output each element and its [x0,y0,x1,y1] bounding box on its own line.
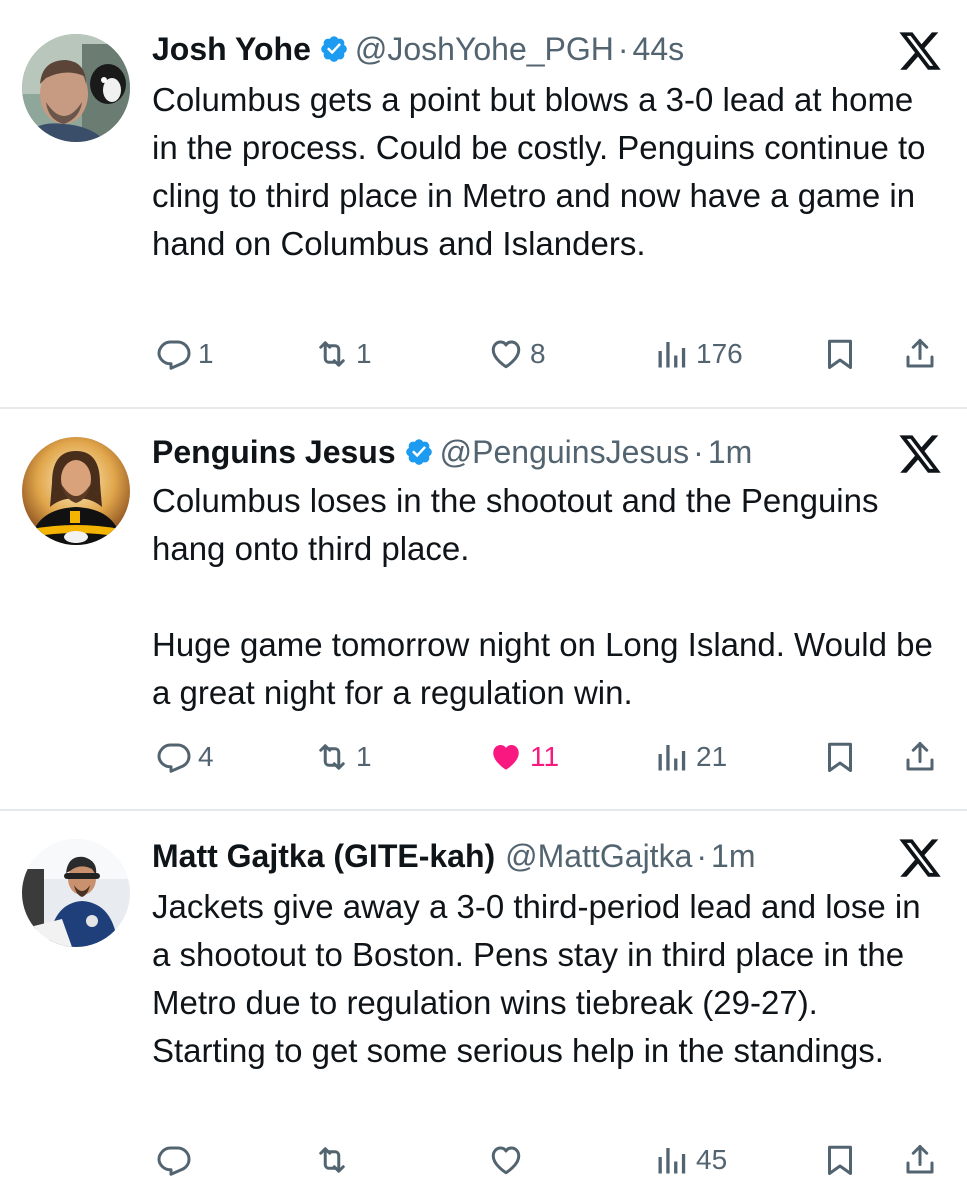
timestamp[interactable]: 1m [711,838,755,874]
tweet-text: Jackets give away a 3-0 third-period lea… [152,888,921,1069]
retweet-icon [319,1147,345,1173]
heart-filled-icon [493,745,519,770]
share-button[interactable] [902,1138,938,1182]
author-name[interactable]: Penguins Jesus [152,434,396,470]
retweet-count: 1 [356,338,372,369]
avatar-photo [22,437,130,545]
retweet-button[interactable] [314,1138,356,1182]
views-icon [658,342,686,368]
share-button[interactable] [902,332,938,376]
reply-button[interactable] [156,1138,198,1182]
avatar-photo [22,839,130,947]
action-bar: 1 1 8 176 [150,332,947,376]
reply-icon [157,1146,191,1176]
tweet-header: Penguins Jesus @PenguinsJesus · 1m [152,429,877,475]
share-icon [906,1145,934,1174]
views-icon [658,745,686,771]
reply-count: 1 [198,338,214,369]
action-bar: 45 [150,1138,947,1182]
views-button[interactable]: 45 [654,1138,727,1182]
tweet-matt-gajtka[interactable]: Matt Gajtka (GITE-kah) @MattGajtka · 1m Jac… [0,811,967,1200]
tweet-penguins-jesus[interactable]: Penguins Jesus @PenguinsJesus · 1m Columbus… [0,409,967,809]
x-logo-icon[interactable] [897,431,943,477]
views-button[interactable]: 176 [654,332,743,376]
action-bar: 4 1 11 21 [150,735,947,779]
reply-button[interactable]: 4 [156,735,214,779]
like-button-active[interactable]: 11 [488,735,559,779]
author-handle[interactable]: @JoshYohe_PGH [355,31,614,67]
reply-count: 4 [198,741,214,772]
retweet-icon [319,341,345,367]
bookmark-icon [828,742,852,772]
author-name[interactable]: Matt Gajtka (GITE-kah) [152,838,495,874]
avatar[interactable] [22,34,130,142]
tweet-header: Josh Yohe @JoshYohe_PGH · 44s [152,26,877,72]
heart-icon [491,1146,521,1175]
like-button[interactable] [488,1138,530,1182]
reply-button[interactable]: 1 [156,332,214,376]
x-logo-icon[interactable] [897,28,943,74]
separator-dot: · [617,31,629,67]
bookmark-icon [828,1145,852,1175]
avatar[interactable] [22,437,130,545]
separator-dot: · [696,838,708,874]
author-name[interactable]: Josh Yohe [152,31,311,67]
bookmark-button[interactable] [822,1138,858,1182]
retweet-count: 1 [356,741,372,772]
share-button[interactable] [902,735,938,779]
view-count: 176 [696,338,743,369]
view-count: 45 [696,1144,728,1175]
view-count: 21 [696,741,728,772]
reply-icon [157,340,191,370]
retweet-icon [319,744,345,770]
like-count: 11 [530,741,560,772]
separator-dot: · [693,434,704,470]
avatar[interactable] [22,839,130,947]
retweet-button[interactable]: 1 [314,735,372,779]
views-icon [658,1148,686,1174]
author-handle[interactable]: @MattGajtka [505,838,692,874]
heart-icon [491,340,521,369]
reply-icon [157,743,191,773]
verified-badge-icon [405,439,432,465]
like-button[interactable]: 8 [488,332,546,376]
bookmark-button[interactable] [822,332,858,376]
tweet-text: Columbus gets a point but blows a 3-0 le… [152,81,926,262]
author-handle[interactable]: @PenguinsJesus [440,434,690,470]
bookmark-icon [828,339,852,369]
views-button[interactable]: 21 [654,735,727,779]
retweet-button[interactable]: 1 [314,332,372,376]
timestamp[interactable]: 1m [708,434,752,470]
timestamp[interactable]: 44s [633,31,685,67]
verified-badge-icon [321,36,347,62]
tweet-header: Matt Gajtka (GITE-kah) @MattGajtka · 1m [152,833,877,879]
share-icon [906,742,934,771]
tweet-text: Columbus loses in the shootout and the P… [152,482,933,711]
bookmark-button[interactable] [822,735,858,779]
avatar-photo [22,34,130,142]
x-logo-icon[interactable] [897,835,943,881]
tweet-josh-yohe[interactable]: Josh Yohe @JoshYohe_PGH · 44s Columbus gets… [0,0,967,408]
share-icon [906,339,934,368]
like-count: 8 [530,338,546,369]
